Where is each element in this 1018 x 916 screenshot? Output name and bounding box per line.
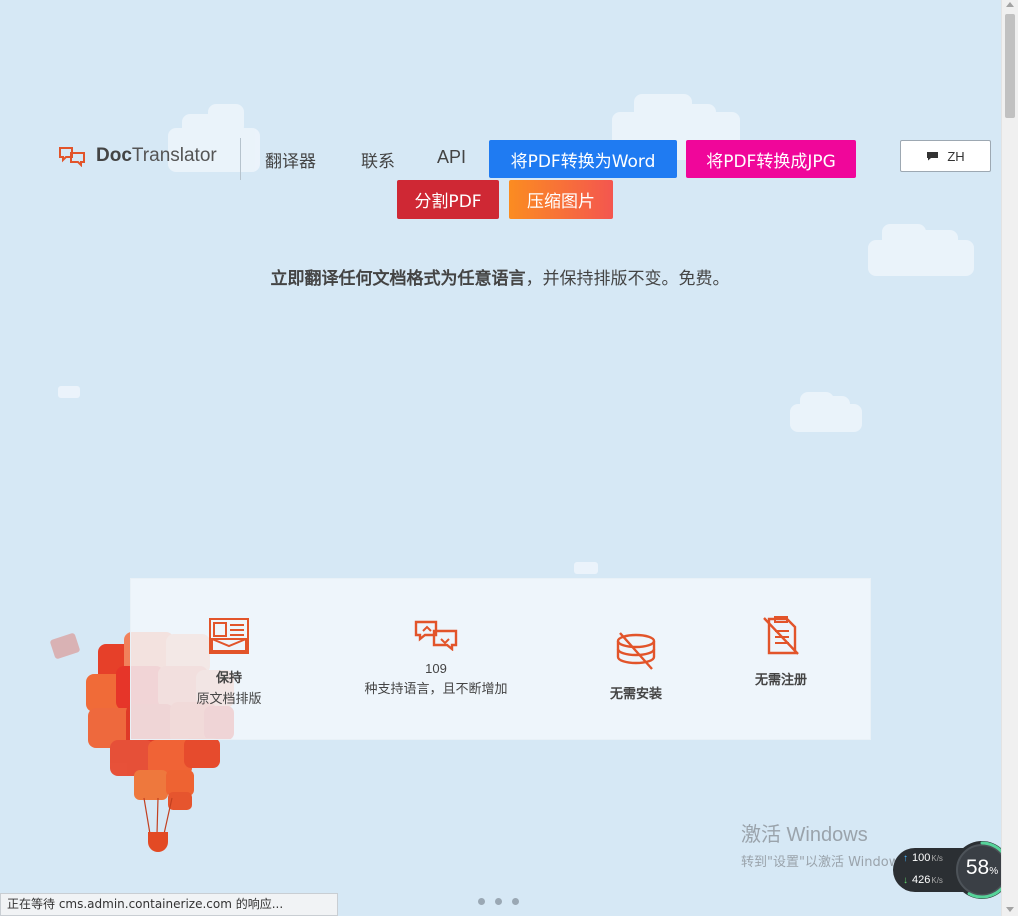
translate-bubbles-icon xyxy=(414,620,458,651)
scroll-down-arrow-icon[interactable] xyxy=(1006,907,1014,912)
pdf-to-jpg-button[interactable]: 将PDF转换成JPG xyxy=(686,140,856,178)
feature-no-register-title: 无需注册 xyxy=(754,673,807,688)
header-divider xyxy=(240,138,241,180)
split-pdf-button[interactable]: 分割PDF xyxy=(397,180,499,219)
chat-bubbles-icon xyxy=(59,147,85,167)
arrow-down-icon: ↓ xyxy=(903,875,908,886)
no-register-icon xyxy=(763,616,799,655)
upload-speed: ↑ 100 K/s xyxy=(903,852,943,864)
scroll-thumb[interactable] xyxy=(1005,14,1015,118)
feature-languages-count: 109 xyxy=(425,661,447,676)
feature-languages-subtitle: 种支持语言，且不断增加 xyxy=(364,682,508,697)
cloud-decoration xyxy=(58,386,80,398)
pdf-to-word-button[interactable]: 将PDF转换为Word xyxy=(489,140,677,178)
feature-no-register: 无需注册 xyxy=(691,615,871,688)
features-panel: 保持 原文档排版 109 种支持语言，且不断增加 无需安装 无需注册 xyxy=(130,578,871,740)
cloud-decoration xyxy=(790,392,862,432)
browser-status-bar: 正在等待 cms.admin.containerize.com 的响应... xyxy=(0,893,338,916)
tagline: 立即翻译任何文档格式为任意语言，并保持排版不变。免费。 xyxy=(0,264,1000,289)
scroll-up-arrow-icon[interactable] xyxy=(1006,2,1014,7)
vertical-scrollbar[interactable] xyxy=(1001,0,1018,916)
network-speed-widget[interactable]: ↑ 100 K/s ↓ 426 K/s 58% xyxy=(893,840,1013,900)
arrow-up-icon: ↑ xyxy=(903,853,908,864)
chat-icon xyxy=(927,152,939,161)
nav-contact[interactable]: 联系 xyxy=(361,147,395,172)
doctranslator-logo[interactable]: DocTranslator xyxy=(58,145,217,167)
carousel-dot[interactable] xyxy=(512,898,519,905)
feature-no-install-title: 无需安装 xyxy=(609,687,662,702)
nav-api[interactable]: API xyxy=(437,147,466,168)
feature-layout-subtitle: 原文档排版 xyxy=(196,692,262,707)
document-layout-icon xyxy=(209,618,249,654)
compress-image-button[interactable]: 压缩图片 xyxy=(509,180,613,219)
carousel-dot[interactable] xyxy=(495,898,502,905)
download-speed: ↓ 426 K/s xyxy=(903,874,943,886)
tagline-rest: ，并保持排版不变。免费。 xyxy=(525,269,730,289)
logo-text: DocTranslator xyxy=(96,145,217,166)
carousel-dot[interactable] xyxy=(478,898,485,905)
language-label: ZH xyxy=(947,148,965,164)
nav-translator[interactable]: 翻译器 xyxy=(265,147,316,172)
language-selector[interactable]: ZH xyxy=(900,140,991,172)
no-install-icon xyxy=(616,632,656,670)
feature-layout-title: 保持 xyxy=(215,671,242,686)
feature-languages: 109 种支持语言，且不断增加 xyxy=(336,619,536,697)
feature-layout: 保持 原文档排版 xyxy=(131,617,327,707)
carousel-dots xyxy=(478,898,519,905)
tagline-bold: 立即翻译任何文档格式为任意语言 xyxy=(270,269,526,289)
cloud-decoration xyxy=(574,562,598,574)
